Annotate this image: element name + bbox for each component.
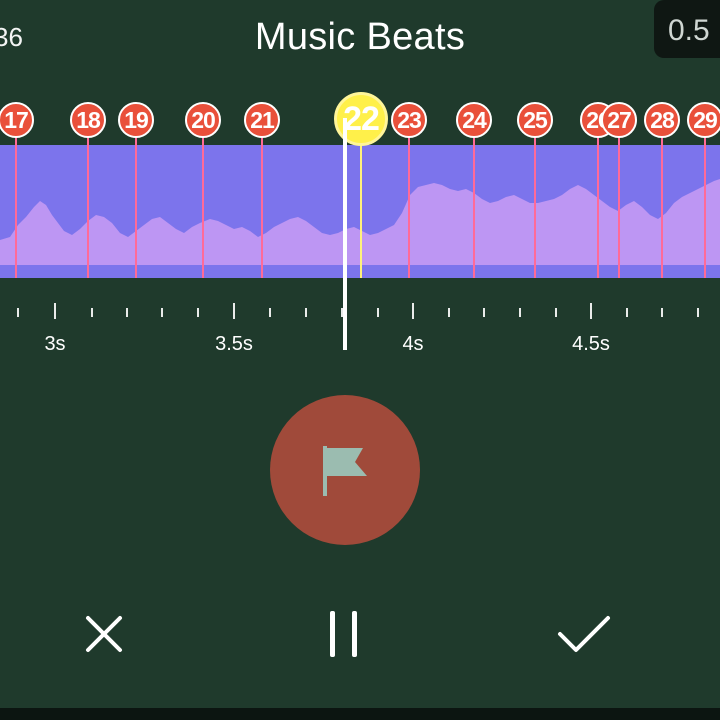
beat-line bbox=[661, 120, 663, 278]
beat-line bbox=[87, 120, 89, 278]
ruler-tick bbox=[233, 303, 235, 319]
time-label: 3s bbox=[44, 333, 66, 355]
playhead[interactable] bbox=[343, 118, 347, 350]
cancel-button[interactable] bbox=[72, 602, 136, 666]
ruler-tick bbox=[377, 308, 379, 317]
beat-line bbox=[202, 120, 204, 278]
beat-marker[interactable]: 17 bbox=[0, 102, 34, 138]
bottom-bar bbox=[0, 708, 720, 720]
beat-marker[interactable]: 24 bbox=[456, 102, 492, 138]
ruler-tick bbox=[661, 308, 663, 317]
beat-marker[interactable]: 18 bbox=[70, 102, 106, 138]
beat-line bbox=[704, 120, 706, 278]
ruler-tick bbox=[54, 303, 56, 319]
ruler-tick bbox=[626, 308, 628, 317]
ruler-tick bbox=[341, 308, 343, 317]
beat-line bbox=[618, 120, 620, 278]
ruler-tick bbox=[269, 308, 271, 317]
beat-marker[interactable]: 20 bbox=[185, 102, 221, 138]
pause-button[interactable] bbox=[312, 602, 376, 666]
beat-marker[interactable]: 27 bbox=[601, 102, 637, 138]
ruler-tick bbox=[697, 308, 699, 317]
time-badge: 0.5 bbox=[654, 0, 720, 58]
ruler-tick bbox=[126, 308, 128, 317]
check-icon bbox=[558, 616, 610, 652]
beat-marker[interactable]: 19 bbox=[118, 102, 154, 138]
confirm-button[interactable] bbox=[552, 602, 616, 666]
page-title: Music Beats bbox=[254, 16, 466, 58]
ruler-tick bbox=[555, 308, 557, 317]
ruler-tick bbox=[91, 308, 93, 317]
time-label: 4s bbox=[402, 333, 424, 355]
time-label: 3.5s bbox=[215, 333, 253, 355]
beat-line bbox=[261, 120, 263, 278]
ruler-tick bbox=[519, 308, 521, 317]
beat-marker[interactable]: 28 bbox=[644, 102, 680, 138]
beat-marker[interactable]: 25 bbox=[517, 102, 553, 138]
ruler-tick bbox=[305, 308, 307, 317]
beat-marker[interactable]: 29 bbox=[687, 102, 720, 138]
ruler-tick bbox=[161, 308, 163, 317]
ruler-tick bbox=[412, 303, 414, 319]
ruler-tick bbox=[448, 308, 450, 317]
ruler-tick bbox=[590, 303, 592, 319]
beat-line bbox=[135, 120, 137, 278]
beat-line bbox=[15, 120, 17, 278]
beat-marker[interactable]: 21 bbox=[244, 102, 280, 138]
ruler-tick bbox=[17, 308, 19, 317]
time-label: 4.5s bbox=[572, 333, 610, 355]
close-icon bbox=[86, 616, 122, 652]
ruler-tick bbox=[483, 308, 485, 317]
pause-icon bbox=[330, 611, 357, 657]
ruler-tick bbox=[197, 308, 199, 317]
beat-marker[interactable]: 23 bbox=[391, 102, 427, 138]
beat-line bbox=[473, 120, 475, 278]
beat-line bbox=[534, 120, 536, 278]
flag-button[interactable] bbox=[270, 395, 420, 545]
beat-line bbox=[408, 120, 410, 278]
flag-icon bbox=[323, 446, 367, 496]
beat-line bbox=[597, 120, 599, 278]
